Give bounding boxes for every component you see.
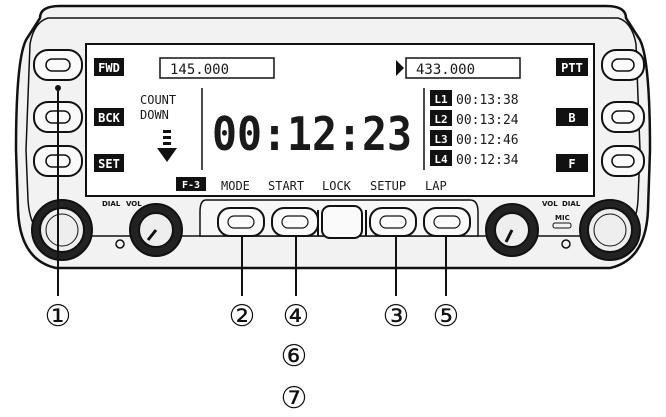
lap-tag-4: L4: [434, 153, 448, 166]
side-button-r2[interactable]: [601, 101, 645, 133]
side-button-r1[interactable]: [601, 49, 645, 81]
callout-3: ③: [383, 299, 410, 334]
ptt-key-label: PTT: [561, 61, 583, 75]
right-dial-knob[interactable]: [579, 199, 641, 261]
page-badge: F-3: [182, 180, 200, 191]
softkey-button-5[interactable]: [423, 207, 471, 237]
lap-time-1: 00:13:38: [456, 93, 519, 108]
callout-5: ⑤: [433, 299, 460, 334]
softkey-button-4[interactable]: [271, 207, 319, 237]
left-dial-knob[interactable]: [31, 199, 93, 261]
softkey-button-center[interactable]: [321, 205, 363, 239]
softkey-label-start: START: [268, 179, 304, 193]
big-timer: 00:12:23: [212, 107, 412, 161]
bck-key-label: BCK: [98, 111, 120, 125]
leader-1-dot: [55, 85, 61, 91]
freq-left-value: 145.000: [170, 62, 229, 78]
radio-front-panel-diagram: FWD BCK SET PTT B F 145.000 433.000 COUN…: [14, 4, 652, 416]
mode-label-line2: DOWN: [140, 108, 169, 122]
left-dial-label: DIAL: [102, 200, 121, 208]
lap-tag-3: L3: [434, 133, 447, 146]
lap-time-4: 00:12:34: [456, 153, 519, 168]
softkeys-row: [217, 205, 471, 239]
lap-time-2: 00:13:24: [456, 113, 519, 128]
softkey-label-mode: MODE: [221, 179, 250, 193]
callout-4: ④: [283, 299, 310, 334]
fwd-key-label: FWD: [98, 61, 120, 75]
side-button-1[interactable]: [33, 49, 83, 81]
right-vol-knob[interactable]: [485, 203, 539, 257]
mic-label: MIC: [555, 214, 570, 222]
set-key-label: SET: [98, 157, 120, 171]
right-vol-label: VOL: [542, 200, 558, 208]
lcd-right-keys: PTT B F: [556, 58, 588, 172]
freq-right-value: 433.000: [416, 62, 475, 78]
softkey-label-lap: LAP: [425, 179, 447, 193]
mode-label-line1: COUNT: [140, 93, 176, 107]
left-vol-label: VOL: [126, 200, 142, 208]
lap-tag-1: L1: [434, 93, 448, 106]
lap-tag-2: L2: [434, 113, 447, 126]
b-key-label: B: [568, 111, 575, 125]
softkey-button-3[interactable]: [369, 207, 417, 237]
lap-time-3: 00:12:46: [456, 133, 519, 148]
callout-7: ⑦: [281, 381, 308, 416]
f-key-label: F: [568, 157, 575, 171]
right-side-buttons: [601, 49, 645, 177]
callout-2: ②: [229, 299, 256, 334]
callout-1: ①: [45, 299, 72, 334]
side-button-r3[interactable]: [601, 145, 645, 177]
softkey-label-lock: LOCK: [322, 179, 352, 193]
lcd-left-keys: FWD BCK SET: [94, 58, 124, 172]
softkey-button-2[interactable]: [217, 207, 265, 237]
right-dial-label: DIAL: [562, 200, 581, 208]
left-vol-knob[interactable]: [129, 203, 183, 257]
softkey-label-setup: SETUP: [370, 179, 406, 193]
callout-6: ⑥: [281, 339, 308, 374]
